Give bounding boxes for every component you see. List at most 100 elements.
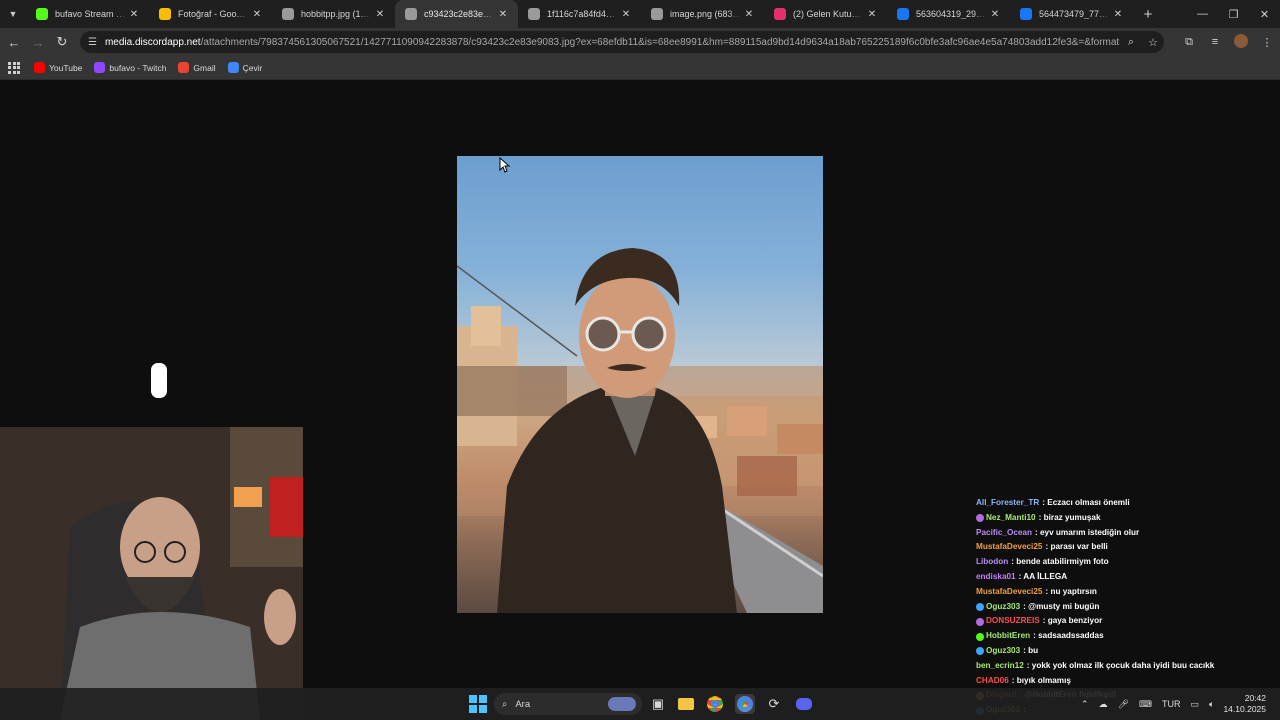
mouse-cursor-icon — [499, 157, 511, 173]
close-tab-icon[interactable]: ✕ — [619, 9, 633, 20]
chat-username: Libodon — [976, 557, 1009, 567]
browser-tab[interactable]: Fotoğraf - Google Fo✕ — [149, 0, 272, 28]
restore-icon[interactable]: ❐ — [1218, 0, 1249, 28]
discord-icon[interactable] — [794, 694, 814, 714]
chat-message: Oguz303: @musty mi bugün — [976, 600, 1276, 615]
reload-icon[interactable]: ↻ — [50, 30, 74, 54]
tray-volume-icon[interactable]: 🔈︎ — [1204, 699, 1219, 710]
chat-text: : AA İLLEGA — [1018, 571, 1068, 581]
globe-icon — [651, 8, 663, 20]
close-tab-icon[interactable]: ✕ — [373, 9, 387, 20]
browser-tab[interactable]: image.png (683×855)✕ — [641, 0, 764, 28]
bookmark-star-icon[interactable]: ☆ — [1142, 36, 1164, 49]
facebook-icon — [1020, 8, 1032, 20]
close-tab-icon[interactable]: ✕ — [250, 9, 264, 20]
chat-message: DONSUZREIS: gaya benziyor — [976, 614, 1276, 629]
overlay-white-pill — [151, 363, 167, 398]
task-view-icon[interactable]: ▣ — [648, 694, 668, 714]
apps-grid-icon[interactable] — [8, 61, 20, 74]
close-tab-icon[interactable]: ✕ — [742, 9, 756, 20]
chat-username: DONSUZREIS — [986, 616, 1040, 626]
window-controls: — ❐ ✕ — [1187, 0, 1280, 28]
media-controls-icon[interactable]: ≡ — [1202, 36, 1228, 48]
chat-badge-icon — [976, 514, 984, 523]
chat-username: endiska01 — [976, 571, 1016, 581]
stream-chat-overlay: All_Forester_TR: Eczacı olması önemli Nez… — [976, 484, 1276, 720]
bookmark-item[interactable]: bufavo - Twitch — [94, 62, 166, 73]
bookmark-item[interactable]: Gmail — [178, 62, 216, 73]
photo-illustration — [457, 248, 823, 613]
forward-arrow-icon[interactable]: → — [26, 30, 50, 54]
tab-title: c93423c2e83e9083.jpg — [424, 9, 496, 19]
zoom-magnifier-icon[interactable]: ⌕ — [1120, 36, 1142, 49]
chat-username: ben_ecrin12 — [976, 660, 1024, 670]
toolbar-right: ⧉ ≡ ⋮ — [1176, 28, 1280, 56]
system-tray: ⌃ ☁ 🎤︎ ⌨ TUR ▭ 🔈︎ 20:42 14.10.2025 — [1076, 688, 1280, 720]
bookmark-item[interactable]: Çevir — [227, 62, 263, 73]
minimize-icon[interactable]: — — [1187, 0, 1218, 28]
chat-message: Libodon: bende atabilirmiym foto — [976, 555, 1276, 570]
facebook-icon — [897, 8, 909, 20]
close-tab-icon[interactable]: ✕ — [865, 9, 879, 20]
chat-message: Oguz303: bu — [976, 644, 1276, 659]
taskbar-search[interactable]: ⌕ Ara — [494, 693, 642, 715]
tab-title: image.png (683×855) — [670, 9, 742, 19]
bookmark-list: YouTube bufavo - Twitch Gmail Çevir — [34, 62, 274, 73]
browser-tab[interactable]: 564473479_7747488✕ — [1010, 0, 1133, 28]
address-bar[interactable]: ☰ media.discordapp.net/attachments/79837… — [80, 31, 1164, 53]
profile-avatar[interactable] — [1228, 33, 1254, 51]
language-indicator[interactable]: TUR — [1157, 699, 1186, 709]
streamer-webcam — [0, 427, 303, 720]
url-text[interactable]: media.discordapp.net/attachments/7983745… — [105, 37, 1120, 48]
steam-icon[interactable]: ⟳ — [764, 694, 784, 714]
site-info-icon[interactable]: ☰ — [88, 37, 97, 48]
browser-tab[interactable]: (2) Gelen Kutusu • So✕ — [764, 0, 887, 28]
tab-title: Fotoğraf - Google Fo — [178, 9, 250, 19]
chat-message: Pacific_Ocean: eyv umarım istediğin olur — [976, 526, 1276, 541]
tray-mic-icon[interactable]: 🎤︎ — [1113, 699, 1134, 710]
chat-badge-icon — [976, 632, 984, 641]
search-label: Ara — [515, 698, 531, 710]
new-tab-plus-icon[interactable]: + — [1137, 6, 1159, 23]
extensions-puzzle-icon[interactable]: ⧉ — [1176, 36, 1202, 49]
chat-message: Nez_Manti10: biraz yumuşak — [976, 511, 1276, 526]
browser-tab[interactable]: bufavo Stream - Wat✕ — [26, 0, 149, 28]
browser-tab[interactable]: c93423c2e83e9083.jpg✕ — [395, 0, 518, 28]
webcam-illustration — [0, 427, 303, 720]
globe-icon — [282, 8, 294, 20]
globe-icon — [405, 8, 417, 20]
close-tab-icon[interactable]: ✕ — [1111, 9, 1125, 20]
taskbar-clock[interactable]: 20:42 14.10.2025 — [1219, 693, 1280, 715]
tray-keyboard-icon[interactable]: ⌨ — [1134, 699, 1157, 710]
back-arrow-icon[interactable]: ← — [2, 30, 26, 54]
browser-tab[interactable]: hobbitpp.jpg (1080× ✕ — [272, 0, 395, 28]
tab-title: 1f116c7a84fd412d.jp — [547, 9, 619, 19]
chat-message: MustafaDeveci25: nu yaptırsın — [976, 585, 1276, 600]
tray-network-icon[interactable]: ☁ — [1094, 699, 1113, 710]
chat-username: Oguz303 — [986, 601, 1021, 611]
bookmark-label: Çevir — [242, 62, 263, 73]
chat-text: : gaya benziyor — [1042, 616, 1103, 626]
tab-search-chevron-icon[interactable]: ▼ — [0, 0, 26, 28]
chat-username: HobbitEren — [986, 631, 1031, 641]
start-windows-icon[interactable] — [468, 694, 488, 714]
chat-username: Oguz303 — [986, 645, 1021, 655]
tray-chevron-icon[interactable]: ⌃ — [1076, 699, 1094, 710]
browser-tab[interactable]: 563604319_2956341✕ — [887, 0, 1010, 28]
close-window-icon[interactable]: ✕ — [1249, 0, 1280, 28]
clock-date: 14.10.2025 — [1223, 704, 1266, 714]
chat-text: : sadsaadssaddas — [1033, 631, 1104, 641]
close-tab-icon[interactable]: ✕ — [127, 9, 141, 20]
tab-title: (2) Gelen Kutusu • So — [793, 9, 865, 19]
browser-tab[interactable]: 1f116c7a84fd412d.jp✕ — [518, 0, 641, 28]
displayed-photo[interactable] — [457, 156, 823, 613]
file-explorer-icon[interactable] — [676, 694, 696, 714]
bookmark-item[interactable]: YouTube — [34, 62, 82, 73]
chrome-active-icon[interactable] — [735, 694, 755, 714]
chat-username: All_Forester_TR — [976, 498, 1040, 507]
close-tab-icon[interactable]: ✕ — [988, 9, 1002, 20]
tray-display-icon[interactable]: ▭ — [1186, 699, 1205, 710]
close-tab-icon[interactable]: ✕ — [496, 9, 510, 20]
chrome-icon[interactable] — [705, 694, 725, 714]
menu-dots-icon[interactable]: ⋮ — [1254, 36, 1280, 49]
